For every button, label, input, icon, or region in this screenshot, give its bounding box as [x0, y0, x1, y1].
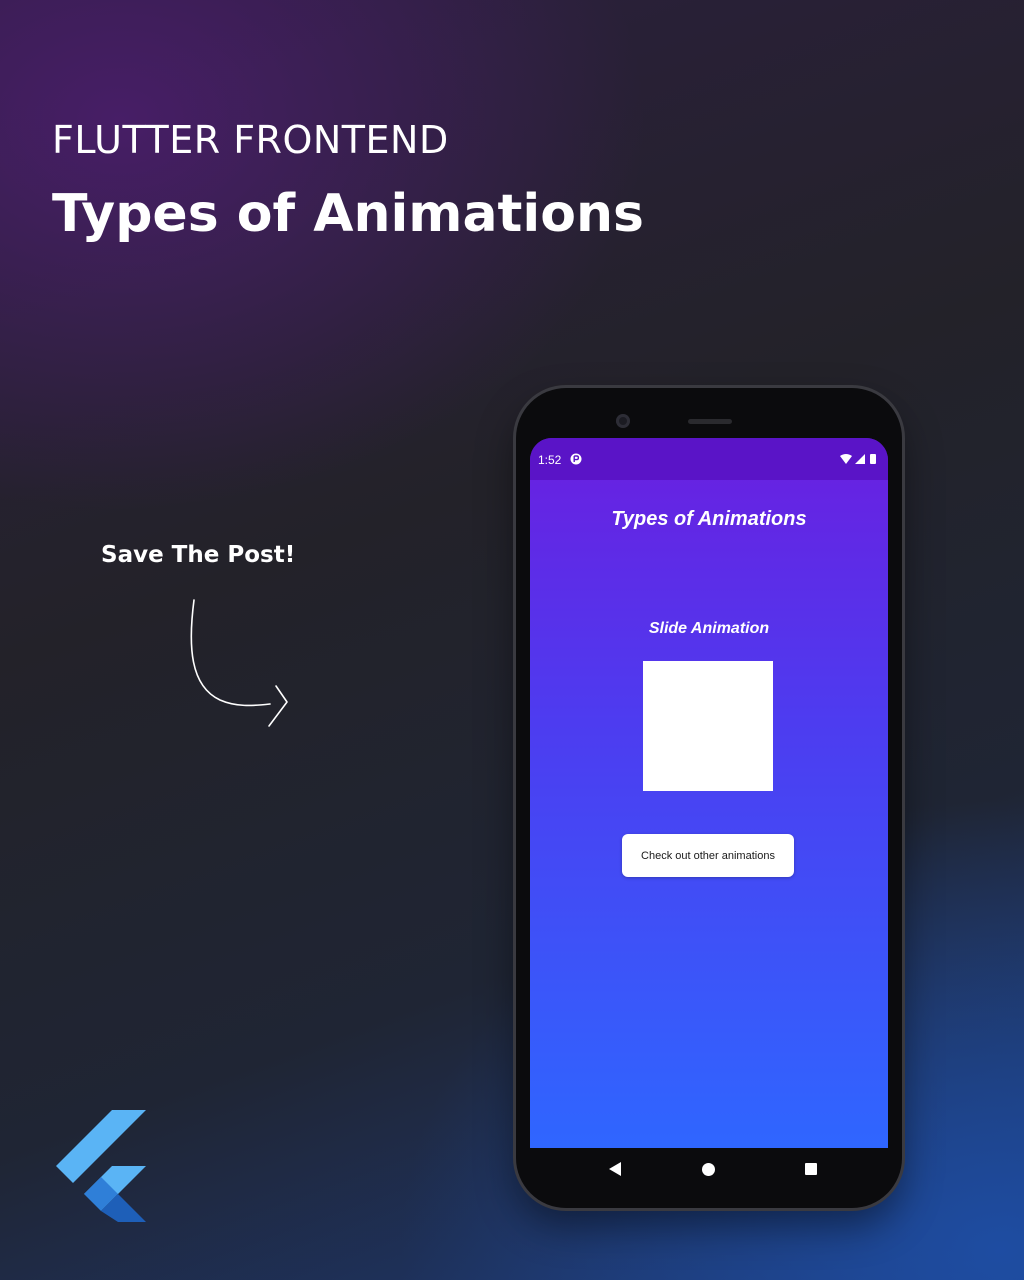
home-circle-icon[interactable]: [702, 1163, 715, 1176]
eyebrow-title: FLUTTER FRONTEND: [52, 118, 449, 162]
poster-background: FLUTTER FRONTEND Types of Animations Sav…: [0, 0, 1024, 1280]
recents-square-icon[interactable]: [805, 1163, 817, 1175]
slide-animation-label: Slide Animation: [648, 620, 770, 637]
app-title: Types of Animations: [611, 508, 807, 530]
back-triangle-icon[interactable]: [608, 1161, 622, 1177]
animated-square: [643, 661, 773, 791]
headline-title: Types of Animations: [52, 184, 644, 244]
flutter-logo-icon: [56, 1110, 146, 1222]
other-animations-button[interactable]: Check out other animations: [622, 834, 794, 877]
phone-frame: 1:52 Types of Animations Slide Animation…: [516, 388, 902, 1208]
battery-icon: [870, 454, 876, 464]
wifi-icon: [840, 454, 852, 464]
phone-earpiece: [688, 419, 732, 424]
status-bar: 1:52: [530, 438, 888, 480]
save-post-note: Save The Post!: [101, 542, 296, 568]
status-time: 1:52: [538, 453, 562, 467]
status-icons: [840, 454, 876, 464]
signal-icon: [855, 454, 865, 464]
front-camera: [616, 414, 630, 428]
android-nav-bar: [530, 1148, 888, 1192]
app-screen: 1:52 Types of Animations Slide Animation…: [530, 438, 888, 1148]
curved-arrow-icon: [190, 599, 288, 727]
notification-app-icon: [570, 453, 582, 465]
